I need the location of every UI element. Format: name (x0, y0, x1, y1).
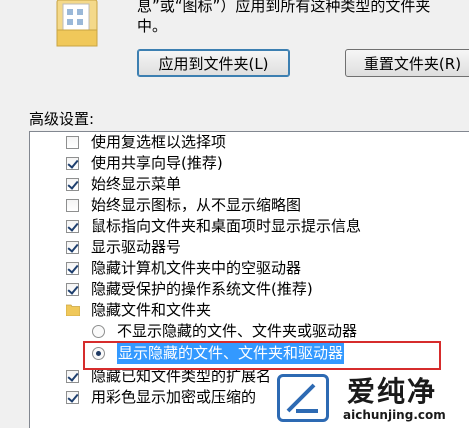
setting-label: 隐藏计算机文件夹中的空驱动器 (91, 259, 302, 277)
watermark-name: 爱纯净 (347, 375, 438, 408)
folder-options-window: 息”或“图标”）应用到所有这种类型的文件夹 中。 应用到文件夹(L) 重置文件夹… (0, 0, 469, 428)
radio-button[interactable] (92, 325, 105, 338)
checkbox[interactable] (66, 199, 79, 212)
checkbox[interactable] (66, 178, 79, 191)
folder-view-panel: 息”或“图标”）应用到所有这种类型的文件夹 中。 应用到文件夹(L) 重置文件夹… (0, 0, 469, 95)
highlight-annotation (83, 341, 441, 370)
setting-label: 用彩色显示加密或压缩的 (91, 388, 257, 406)
reset-folders-button[interactable]: 重置文件夹(R) (345, 49, 469, 77)
checkbox[interactable] (66, 262, 79, 275)
watermark-logo-icon (286, 383, 318, 413)
folder-icon (66, 304, 80, 316)
watermark: 爱纯净 aichunjing.com (269, 370, 469, 428)
setting-label: 使用共享向导(推荐) (91, 154, 223, 172)
watermark-url: aichunjing.com (343, 408, 446, 422)
checkbox[interactable] (66, 391, 79, 404)
setting-label: 始终显示图标，从不显示缩略图 (91, 196, 302, 214)
advanced-settings-label: 高级设置: (29, 110, 95, 128)
checkbox[interactable] (66, 241, 79, 254)
folder-view-description: 息”或“图标”）应用到所有这种类型的文件夹 中。 (137, 0, 431, 35)
setting-label: 使用复选框以选择项 (91, 133, 227, 151)
setting-label: 鼠标指向文件夹和桌面项时显示提示信息 (91, 217, 362, 235)
checkbox[interactable] (66, 220, 79, 233)
checkbox[interactable] (66, 157, 79, 170)
checkbox[interactable] (66, 136, 79, 149)
folder-view-icon (56, 0, 98, 47)
apply-to-folders-button[interactable]: 应用到文件夹(L) (137, 49, 290, 77)
setting-label: 不显示隐藏的文件、文件夹或驱动器 (117, 322, 358, 340)
setting-label: 始终显示菜单 (91, 175, 182, 193)
watermark-logo (277, 374, 329, 422)
setting-label: 隐藏受保护的操作系统文件(推荐) (91, 280, 313, 298)
setting-label: 隐藏文件和文件夹 (91, 301, 212, 319)
checkbox[interactable] (66, 370, 79, 383)
setting-label: 显示驱动器号 (91, 238, 182, 256)
checkbox[interactable] (66, 283, 79, 296)
